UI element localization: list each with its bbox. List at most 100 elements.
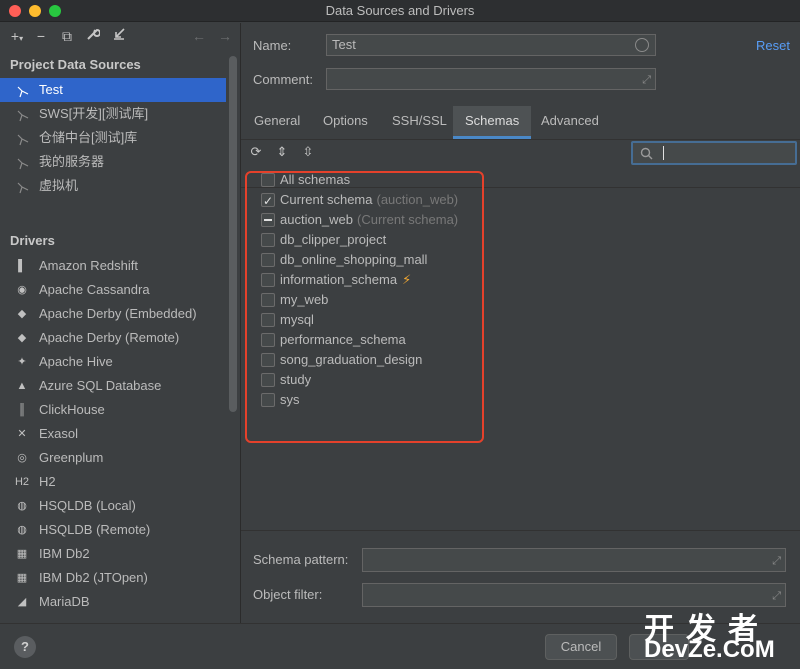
object-filter-label: Object filter: (253, 587, 323, 602)
driver-label: HSQLDB (Remote) (39, 522, 151, 537)
tab-schemas[interactable]: Schemas (453, 106, 532, 139)
driver-item[interactable]: ◆ Apache Derby (Embedded) (0, 302, 226, 326)
driver-item[interactable]: ◆ Apache Derby (Remote) (0, 326, 226, 350)
driver-item[interactable]: ◢ MariaDB (0, 590, 226, 614)
name-label: Name: (253, 38, 292, 53)
title-bar: Data Sources and Drivers (0, 0, 800, 22)
refresh-icon[interactable]: ⟳ (247, 143, 265, 161)
driver-icon: ◢ (17, 596, 27, 608)
highlight-box (245, 171, 484, 443)
driver-icon: ◆ (17, 332, 27, 344)
driver-icon: ◆ (17, 308, 27, 320)
datasource-item-my-server[interactable]: 我的服务器 (0, 150, 226, 174)
driver-label: IBM Db2 (JTOpen) (39, 570, 148, 585)
driver-label: ClickHouse (39, 402, 105, 417)
driver-item[interactable]: ║ ClickHouse (0, 398, 226, 422)
remove-icon[interactable]: − (32, 27, 50, 45)
cancel-button[interactable]: Cancel (545, 634, 617, 660)
datasource-icon (16, 155, 30, 170)
drivers-title: Drivers (10, 233, 55, 248)
datasource-icon (16, 179, 30, 194)
tab-general[interactable]: General (242, 106, 312, 139)
driver-label: Apache Derby (Remote) (39, 330, 180, 345)
driver-item[interactable]: H2 H2 (0, 470, 226, 494)
driver-item[interactable]: ✦ Apache Hive (0, 350, 226, 374)
driver-label: Apache Cassandra (39, 282, 150, 297)
help-button[interactable]: ? (14, 636, 36, 658)
forward-arrow-icon[interactable]: → (216, 27, 234, 45)
right-panel: Name: Test Reset Comment: ⤢ General Opti… (241, 23, 800, 623)
driver-item[interactable]: ✕ Exasol (0, 422, 226, 446)
datasource-icon (16, 83, 30, 98)
tab-bar: General Options SSH/SSL Schemas Advanced (241, 106, 800, 139)
datasource-label: 仓储中台[测试]库 (39, 130, 138, 145)
driver-icon: ▲ (16, 380, 28, 392)
name-value: Test (332, 37, 356, 52)
driver-icon: ◉ (17, 284, 27, 296)
datasource-icon (16, 107, 30, 122)
reset-link[interactable]: Reset (756, 38, 790, 53)
zoom-window-button[interactable] (49, 5, 61, 17)
driver-label: Greenplum (39, 450, 104, 465)
datasource-item-vm[interactable]: 虚拟机 (0, 174, 226, 198)
project-data-sources-title: Project Data Sources (10, 57, 141, 72)
datasource-item-warehouse[interactable]: 仓储中台[测试]库 (0, 126, 226, 150)
schema-search-input[interactable] (631, 141, 797, 165)
driver-label: Azure SQL Database (39, 378, 162, 393)
driver-icon: ✦ (17, 356, 27, 368)
minimize-window-button[interactable] (29, 5, 41, 17)
datasource-label: 虚拟机 (39, 178, 79, 193)
datasource-item-test[interactable]: Test (0, 78, 226, 102)
text-cursor (663, 146, 664, 160)
driver-icon: ▌ (18, 260, 26, 272)
watermark-text-bottom: DevZe.CoM (644, 636, 775, 663)
tab-ssh-ssl[interactable]: SSH/SSL (380, 106, 459, 139)
driver-icon: ◍ (17, 524, 27, 536)
driver-item[interactable]: ▦ IBM Db2 (JTOpen) (0, 566, 226, 590)
driver-icon: ✕ (17, 428, 27, 440)
collapse-all-icon[interactable]: ⇳ (299, 143, 317, 161)
driver-label: H2 (39, 474, 56, 489)
left-scrollbar[interactable] (229, 56, 237, 412)
window-title: Data Sources and Drivers (325, 3, 475, 18)
back-arrow-icon[interactable]: ← (190, 27, 208, 45)
driver-item[interactable]: ▌ Amazon Redshift (0, 254, 226, 278)
driver-icon: ▦ (16, 548, 28, 560)
tab-advanced[interactable]: Advanced (529, 106, 611, 139)
driver-item[interactable]: ▦ IBM Db2 (0, 542, 226, 566)
expand-all-icon[interactable]: ⇕ (273, 143, 291, 161)
tab-options[interactable]: Options (311, 106, 380, 139)
driver-item[interactable]: ◍ HSQLDB (Remote) (0, 518, 226, 542)
driver-label: HSQLDB (Local) (39, 498, 136, 513)
driver-icon: ▦ (16, 572, 28, 584)
driver-label: Apache Derby (Embedded) (39, 306, 197, 321)
color-circle-icon[interactable] (635, 38, 649, 52)
search-icon (640, 147, 653, 160)
left-panel: +▾ − ⧉ ← → Project Data Sources Test SWS… (0, 23, 240, 623)
driver-icon: ◍ (17, 500, 27, 512)
wrench-icon[interactable] (84, 27, 102, 45)
import-icon[interactable] (110, 27, 128, 45)
driver-item[interactable]: ▲ Azure SQL Database (0, 374, 226, 398)
driver-item[interactable]: ◍ HSQLDB (Local) (0, 494, 226, 518)
expand-icon[interactable]: ⤢ (642, 70, 651, 90)
driver-label: MariaDB (39, 594, 90, 609)
driver-label: Amazon Redshift (39, 258, 138, 273)
expand-icon[interactable]: ⤢ (772, 551, 781, 571)
datasource-item-sws[interactable]: SWS[开发][测试库] (0, 102, 226, 126)
schema-pattern-field[interactable]: ⤢ (362, 548, 786, 572)
driver-label: Exasol (39, 426, 79, 441)
driver-item[interactable]: ◉ Apache Cassandra (0, 278, 226, 302)
driver-label: IBM Db2 (39, 546, 90, 561)
add-icon[interactable]: +▾ (8, 27, 26, 45)
close-window-button[interactable] (9, 5, 21, 17)
datasource-label: 我的服务器 (39, 154, 105, 169)
driver-item[interactable]: ◎ Greenplum (0, 446, 226, 470)
left-toolbar: +▾ − ⧉ ← → (0, 23, 240, 51)
comment-field[interactable]: ⤢ (326, 68, 656, 90)
tab-separator (241, 139, 800, 140)
duplicate-icon[interactable]: ⧉ (58, 27, 76, 45)
expand-icon[interactable]: ⤢ (772, 586, 781, 606)
name-field[interactable]: Test (326, 34, 656, 56)
comment-label: Comment: (253, 72, 313, 87)
